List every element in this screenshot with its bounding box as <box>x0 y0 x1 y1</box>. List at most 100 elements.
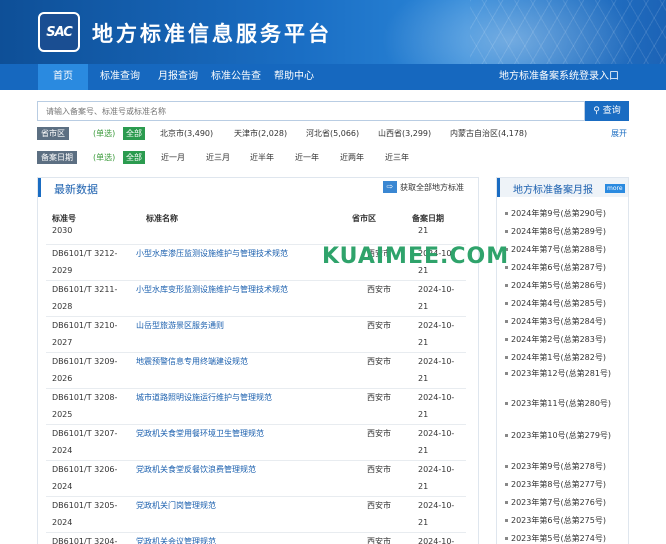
region-option[interactable]: 河北省(5,066) <box>306 127 359 140</box>
region-option[interactable]: 北京市(3,490) <box>160 127 213 140</box>
standard-name-link[interactable]: 党政机关会议管理规范 <box>136 533 216 544</box>
date-option[interactable]: 近半年 <box>250 151 274 164</box>
bullet-icon <box>505 230 508 233</box>
standard-name-link[interactable]: 党政机关食堂用餐环境卫生管理规范 <box>136 425 264 442</box>
table-row[interactable]: 2030 21 <box>46 225 466 245</box>
date-option[interactable]: 近一月 <box>161 151 185 164</box>
bullet-icon <box>505 356 508 359</box>
standard-code: DB6101/T 3208- 2025 <box>52 393 118 419</box>
region-single-note: (单选) <box>93 129 116 138</box>
latest-data-panel: 最新数据 ⇨ 获取全部地方标准 标准号 标准名称 省市区 备案日期 2030 2… <box>37 177 479 544</box>
get-all-standards-link[interactable]: ⇨ 获取全部地方标准 <box>383 181 464 193</box>
nav-standard-query[interactable]: 标准查询 <box>94 64 146 90</box>
header-pattern <box>470 0 666 64</box>
monthly-report-item[interactable]: 2024年第9号(总第290号) <box>505 208 627 220</box>
table-row[interactable]: DB6101/T 3211- 2028 小型水库变形监测设施维护与管理技术规范 西… <box>46 281 466 317</box>
monthly-report-item[interactable]: 2024年第6号(总第287号) <box>505 262 627 274</box>
monthly-report-item[interactable]: 2024年第5号(总第286号) <box>505 280 627 292</box>
date-option[interactable]: 近三年 <box>385 151 409 164</box>
main-nav: 首页 标准查询 月报查询 标准公告查 帮助中心 地方标准备案系统登录入口 <box>0 64 666 90</box>
more-button[interactable]: more <box>605 184 625 193</box>
standard-name-link[interactable]: 党政机关食堂反餐饮浪费管理规范 <box>136 461 256 478</box>
standard-name-link[interactable]: 城市道路照明设施运行维护与管理规范 <box>136 389 272 406</box>
bullet-icon <box>505 483 508 486</box>
monthly-report-item[interactable]: 2024年第3号(总第284号) <box>505 316 627 328</box>
bullet-icon <box>505 338 508 341</box>
nav-monthly-query[interactable]: 月报查询 <box>152 64 204 90</box>
monthly-report-item[interactable]: 2024年第7号(总第288号) <box>505 244 627 256</box>
monthly-report-item[interactable]: 2023年第6号(总第275号) <box>505 515 627 527</box>
monthly-report-item[interactable]: 2024年第4号(总第285号) <box>505 298 627 310</box>
bullet-icon <box>505 320 508 323</box>
standard-code: DB6101/T 3212- 2029 <box>52 249 118 275</box>
site-title: 地方标准信息服务平台 <box>92 22 332 46</box>
watermark: KUAIMEE.COM <box>322 244 510 269</box>
date-filter: 备案日期 (单选) 全部 近一月 近三月 近半年 近一年 近两年 近三年 <box>37 151 637 165</box>
monthly-report-item[interactable]: 2023年第5号(总第274号) <box>505 533 627 544</box>
region-cell: 西安市 <box>367 465 391 474</box>
search-icon: ⚲ <box>593 106 600 116</box>
search-button[interactable]: ⚲ 查询 <box>585 101 629 121</box>
standard-name-link[interactable]: 小型水库渗压监测设施维护与管理技术规范 <box>136 245 288 262</box>
date-option[interactable]: 近两年 <box>340 151 364 164</box>
region-cell: 西安市 <box>367 357 391 366</box>
filing-date: 2024-10- 21 <box>418 285 455 311</box>
monthly-report-title: 地方标准备案月报 <box>513 185 593 196</box>
column-header-name: 标准名称 <box>146 214 178 223</box>
region-option[interactable]: 山西省(3,299) <box>378 127 431 140</box>
standard-name-link[interactable]: 党政机关门岗管理规范 <box>136 497 216 514</box>
standard-code: DB6101/T 3206- 2024 <box>52 465 118 491</box>
standard-code: DB6101/T 3211- 2028 <box>52 285 118 311</box>
search-input[interactable] <box>38 102 584 120</box>
bullet-icon <box>505 465 508 468</box>
table-row[interactable]: DB6101/T 3205- 2024 党政机关门岗管理规范 西安市 2024-1… <box>46 497 466 533</box>
monthly-report-item[interactable]: 2023年第8号(总第277号) <box>505 479 627 491</box>
table-row[interactable]: DB6101/T 3208- 2025 城市道路照明设施运行维护与管理规范 西安市… <box>46 389 466 425</box>
date-option[interactable]: 近三月 <box>206 151 230 164</box>
standard-name-link[interactable]: 地震预警信息专用终端建设规范 <box>136 353 248 370</box>
region-cell: 西安市 <box>367 321 391 330</box>
nav-announcement-query[interactable]: 标准公告查 <box>207 64 265 90</box>
table-row[interactable]: DB6101/T 3206- 2024 党政机关食堂反餐饮浪费管理规范 西安市 2… <box>46 461 466 497</box>
table-row[interactable]: DB6101/T 3204- 党政机关会议管理规范 西安市 2024-10- <box>46 533 466 544</box>
monthly-report-item[interactable]: 2023年第12号(总第281号) <box>505 368 627 380</box>
standard-name-link[interactable]: 小型水库变形监测设施维护与管理技术规范 <box>136 281 288 298</box>
standard-name-link[interactable]: 山岳型旅游景区服务通则 <box>136 317 224 334</box>
bullet-icon <box>505 501 508 504</box>
monthly-report-item[interactable]: 2023年第10号(总第279号) <box>505 430 627 442</box>
panel-accent-bar <box>38 178 41 197</box>
latest-data-title: 最新数据 <box>54 183 98 196</box>
region-cell: 西安市 <box>367 501 391 510</box>
nav-home[interactable]: 首页 <box>38 64 88 90</box>
region-cell: 西安市 <box>367 285 391 294</box>
table-row[interactable]: DB6101/T 3207- 2024 党政机关食堂用餐环境卫生管理规范 西安市 … <box>46 425 466 461</box>
region-option[interactable]: 天津市(2,028) <box>234 127 287 140</box>
date-option[interactable]: 近一年 <box>295 151 319 164</box>
monthly-report-item[interactable]: 2023年第7号(总第276号) <box>505 497 627 509</box>
region-option[interactable]: 内蒙古自治区(4,178) <box>450 127 527 140</box>
monthly-report-item[interactable]: 2023年第9号(总第278号) <box>505 461 627 473</box>
bullet-icon <box>505 402 508 405</box>
region-all-chip[interactable]: 全部 <box>123 127 145 140</box>
standard-code: DB6101/T 3205- 2024 <box>52 501 118 527</box>
nav-help-center[interactable]: 帮助中心 <box>268 64 320 90</box>
monthly-report-item[interactable]: 2024年第8号(总第289号) <box>505 226 627 238</box>
filing-date: 2024-10- <box>418 537 455 544</box>
filing-system-login-link[interactable]: 地方标准备案系统登录入口 <box>499 64 619 90</box>
region-filter-label: 省市区 <box>37 127 69 140</box>
date-single-note: (单选) <box>93 153 116 162</box>
sac-logo[interactable]: SAC <box>38 12 80 52</box>
region-expand-link[interactable]: 展开 <box>611 127 627 140</box>
monthly-report-item[interactable]: 2023年第11号(总第280号) <box>505 398 627 410</box>
region-cell: 西安市 <box>367 393 391 402</box>
table-row[interactable]: DB6101/T 3209- 2026 地震预警信息专用终端建设规范 西安市 20… <box>46 353 466 389</box>
standard-code: DB6101/T 3204- <box>52 537 118 544</box>
column-header-area: 省市区 <box>352 214 376 223</box>
bullet-icon <box>505 212 508 215</box>
panel-accent-bar <box>497 178 500 197</box>
date-all-chip[interactable]: 全部 <box>123 151 145 164</box>
table-row[interactable]: DB6101/T 3210- 2027 山岳型旅游景区服务通则 西安市 2024-… <box>46 317 466 353</box>
monthly-report-item[interactable]: 2024年第1号(总第282号) <box>505 352 627 364</box>
region-filter: 省市区 (单选) 全部 北京市(3,490) 天津市(2,028) 河北省(5,… <box>37 127 637 141</box>
monthly-report-item[interactable]: 2024年第2号(总第283号) <box>505 334 627 346</box>
